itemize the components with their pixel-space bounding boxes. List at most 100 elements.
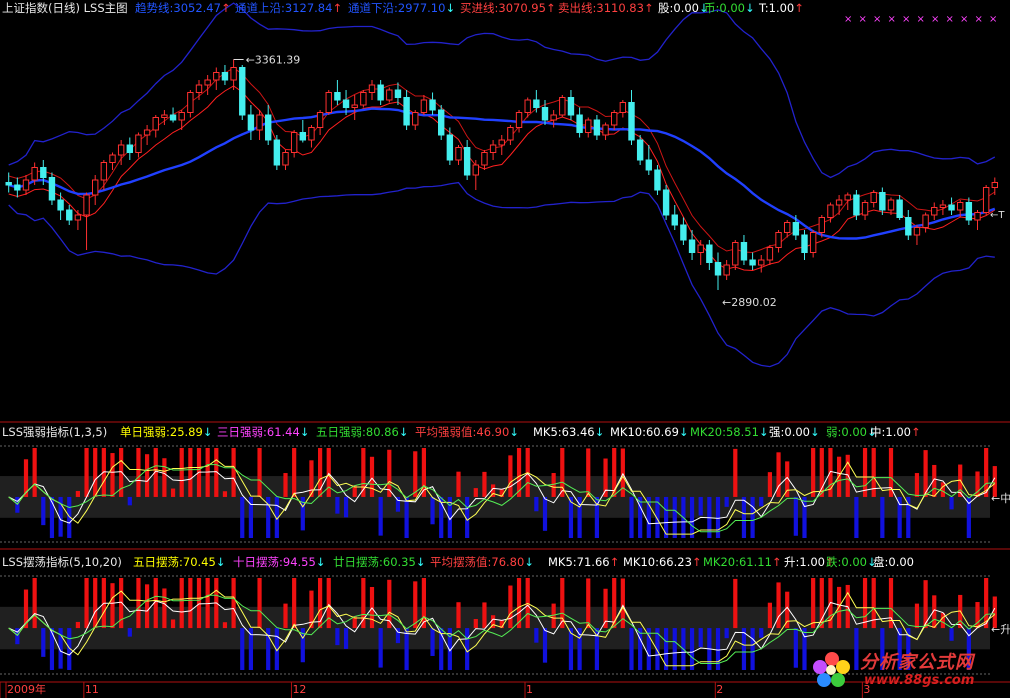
indicator-value: 五日摆荡:70.45↓	[133, 555, 226, 569]
candle	[221, 65, 229, 85]
swing-bar	[421, 578, 426, 629]
candle-body	[913, 227, 921, 236]
candle	[697, 240, 704, 265]
swing-bar	[136, 578, 141, 629]
arrow-down-icon: ↓	[524, 555, 534, 569]
candle	[455, 145, 462, 165]
candle	[299, 120, 307, 143]
x-tick-label: 12	[292, 683, 307, 696]
t-marker: ←T	[990, 210, 1005, 221]
candle-body	[100, 162, 108, 181]
candle-body	[290, 132, 298, 153]
buy-line	[8, 85, 996, 272]
arrow-down-icon: ↓	[809, 425, 820, 439]
strength-bar	[93, 448, 98, 497]
candle	[749, 252, 756, 270]
arrow-down-icon: ↓	[758, 425, 769, 439]
candle	[48, 172, 56, 205]
candle	[334, 80, 341, 105]
candle	[593, 115, 601, 140]
candle	[732, 240, 739, 270]
candle-body	[31, 167, 38, 181]
swing-bar	[404, 628, 409, 670]
candle-body	[377, 84, 384, 101]
candle-body	[334, 92, 341, 101]
swing-bar	[231, 578, 236, 629]
candle-body	[723, 264, 730, 276]
candle	[5, 172, 12, 193]
indicator-value: 强:0.00↓	[769, 425, 820, 439]
strength-bar	[620, 448, 625, 497]
candle-body	[308, 127, 315, 141]
candle	[706, 240, 713, 270]
swing-bar	[361, 578, 366, 629]
candle-body	[463, 147, 471, 176]
candle	[948, 197, 955, 215]
candle-body	[342, 99, 350, 108]
candle-body	[766, 247, 774, 261]
candle-body	[957, 202, 964, 211]
swing-bar	[240, 628, 245, 670]
candle-body	[40, 167, 47, 178]
arrow-down-icon: ↓	[415, 555, 426, 569]
candle	[758, 255, 765, 273]
candle-body	[982, 187, 990, 213]
strength-bar	[240, 496, 245, 538]
indicator-value: 中:1.00↑	[870, 425, 921, 439]
candle	[273, 135, 281, 170]
candle	[14, 177, 21, 198]
candle-body	[360, 92, 367, 106]
candle	[896, 195, 903, 220]
indicator-value: MK10:60.69↓	[610, 425, 689, 439]
arrow-down-icon: ↓	[509, 425, 519, 439]
candle-body	[844, 194, 851, 201]
swing-bar	[430, 628, 435, 656]
candle	[230, 59, 237, 90]
watermark-url: www.88gs.com	[864, 673, 975, 688]
candle-body	[195, 84, 203, 93]
swing-bar	[49, 628, 55, 670]
candle	[714, 252, 722, 290]
candle	[662, 185, 670, 220]
candle	[403, 90, 410, 130]
strength-bar	[335, 496, 340, 514]
indicator-value: 平均强弱值:46.90↓	[415, 425, 519, 439]
candle-body	[654, 169, 661, 191]
swing-bar	[741, 628, 747, 670]
candle	[386, 87, 393, 103]
candle	[931, 202, 938, 220]
candle	[870, 190, 877, 208]
candle-body	[14, 184, 21, 191]
indicator-value: 趋势线:3052.47↑	[135, 1, 231, 15]
candle	[853, 190, 860, 220]
candle	[83, 192, 90, 250]
candle	[775, 230, 782, 253]
candle	[109, 152, 116, 170]
candle-body	[57, 199, 64, 211]
indicator-value: 五日强弱:80.86↓	[316, 425, 409, 439]
strength-bar	[170, 488, 176, 497]
arrow-up-icon: ↑	[794, 1, 804, 15]
x-tick-label: 11	[84, 683, 99, 696]
strength-bar	[188, 448, 193, 497]
indicator-value: 单日强弱:25.89↓	[120, 425, 213, 439]
candle	[965, 197, 973, 225]
candle	[654, 165, 661, 195]
candle	[974, 210, 981, 230]
candle	[308, 125, 315, 148]
candle	[922, 212, 929, 233]
candle-body	[550, 114, 557, 121]
candle	[22, 175, 30, 195]
strength-bar	[84, 448, 89, 497]
candle	[143, 125, 151, 145]
arrow-up-icon: ↑	[609, 555, 620, 569]
price-chart[interactable]: ←中 ←升 ←3361.39←2890.02←T× × × × × × × × × × ×	[0, 0, 1010, 698]
indicator-value: MK10:66.23↑	[623, 555, 702, 569]
swing-bar	[603, 588, 608, 629]
strength-bar	[586, 448, 591, 497]
candle	[351, 95, 358, 120]
strength-bar	[292, 448, 297, 497]
x-tick-label: 2	[716, 683, 724, 696]
swing-bar	[759, 628, 764, 638]
swing-bar	[75, 621, 80, 629]
